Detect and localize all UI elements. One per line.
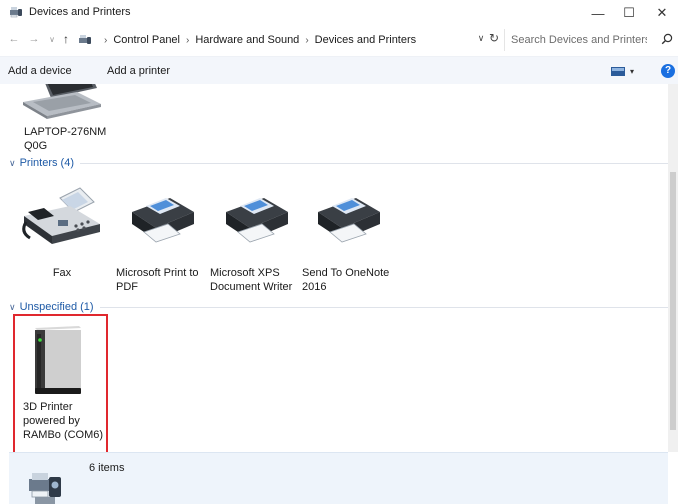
- address-row: ← → ∨ ↑ › Control Panel › Hardware and S…: [0, 26, 678, 54]
- close-button[interactable]: ✕: [645, 0, 678, 26]
- fax-icon: [22, 187, 100, 244]
- vertical-scrollbar[interactable]: [668, 84, 678, 452]
- devices-printers-icon: [10, 7, 22, 18]
- device-label: LAPTOP-276NM: [24, 126, 107, 138]
- breadcrumb-control-panel[interactable]: Control Panel: [113, 34, 180, 46]
- chevron-right-icon[interactable]: ›: [305, 35, 308, 46]
- search-box[interactable]: [504, 29, 674, 51]
- divider: [99, 306, 668, 308]
- chevron-down-icon: ∨: [477, 33, 485, 43]
- device-label: Fax: [52, 267, 72, 279]
- device-microsoft-print-to-pdf[interactable]: Microsoft Print to PDF: [114, 182, 210, 294]
- change-view-button[interactable]: ▾: [611, 65, 637, 77]
- device-label: Send To OneNote: [302, 267, 390, 279]
- refresh-button[interactable]: ↻: [486, 31, 502, 47]
- chevron-right-icon[interactable]: ›: [186, 35, 189, 46]
- breadcrumb-hardware-and-sound[interactable]: Hardware and Sound: [195, 34, 299, 46]
- arrow-up-icon: ↑: [63, 32, 69, 46]
- divider: [80, 162, 668, 164]
- device-label: Q0G: [24, 140, 48, 152]
- device-send-to-onenote-2016[interactable]: Send To OneNote 2016: [300, 182, 396, 294]
- group-header-unspecified[interactable]: ∨ Unspecified (1): [9, 300, 668, 314]
- search-icon[interactable]: [661, 33, 673, 45]
- group-title: Printers (4): [19, 157, 74, 169]
- device-3d-printer-rambo[interactable]: 3D Printer powered by RAMBo (COM6): [13, 314, 108, 452]
- scrollbar-thumb[interactable]: [670, 172, 676, 430]
- help-icon: ?: [664, 65, 672, 76]
- device-microsoft-xps-document-writer[interactable]: Microsoft XPS Document Writer: [208, 182, 304, 294]
- item-count: 6 items: [89, 462, 125, 474]
- up-button[interactable]: ↑: [58, 31, 74, 47]
- command-bar: Add a device Add a printer ▾ ?: [0, 56, 678, 84]
- device-label: RAMBo (COM6): [23, 429, 104, 441]
- device-fax[interactable]: Fax: [14, 182, 110, 280]
- chevron-down-icon[interactable]: ∨: [9, 302, 16, 313]
- printer-icon: [132, 198, 194, 243]
- group-title: Unspecified (1): [19, 301, 94, 313]
- breadcrumb[interactable]: › Control Panel › Hardware and Sound › D…: [78, 30, 474, 50]
- minimize-button[interactable]: —: [581, 0, 615, 26]
- chevron-down-icon: ∨: [49, 34, 55, 44]
- search-input[interactable]: [511, 32, 647, 48]
- arrow-right-icon: →: [28, 33, 40, 45]
- chevron-down-icon: ▾: [630, 66, 635, 76]
- laptop-icon: [23, 84, 101, 119]
- printer-icon: [226, 198, 288, 243]
- device-label: 3D Printer: [23, 401, 73, 413]
- devices-view: LAPTOP-276NM Q0G ∨ Printers (4) Fax Micr…: [0, 84, 668, 452]
- devices-printers-icon: [29, 473, 61, 504]
- refresh-icon: ↻: [488, 31, 500, 45]
- add-device-button[interactable]: Add a device: [8, 65, 72, 77]
- arrow-left-icon: ←: [8, 33, 20, 45]
- device-label: Microsoft XPS: [210, 267, 280, 279]
- window-title: Devices and Printers: [29, 6, 131, 18]
- device-label: Microsoft Print to: [116, 267, 199, 279]
- chevron-right-icon[interactable]: ›: [104, 35, 107, 46]
- help-button[interactable]: ?: [661, 64, 675, 78]
- view-options-icon: [611, 66, 625, 76]
- breadcrumb-devices-and-printers[interactable]: Devices and Printers: [315, 34, 417, 46]
- device-label: powered by: [23, 415, 80, 427]
- device-label: 2016: [302, 281, 327, 293]
- forward-button[interactable]: →: [26, 31, 42, 47]
- add-printer-button[interactable]: Add a printer: [107, 65, 170, 77]
- back-button[interactable]: ←: [6, 31, 22, 47]
- control-panel-icon: [79, 35, 91, 44]
- 3d-printer-icon: [35, 326, 81, 394]
- chevron-down-icon[interactable]: ∨: [9, 158, 16, 169]
- group-header-printers[interactable]: ∨ Printers (4): [9, 156, 668, 170]
- maximize-button[interactable]: ☐: [612, 0, 646, 26]
- details-pane: 6 items: [9, 452, 668, 504]
- printer-icon: [318, 198, 380, 243]
- device-label: Document Writer: [210, 281, 293, 293]
- title-bar: Devices and Printers — ☐ ✕: [0, 0, 678, 26]
- device-laptop[interactable]: LAPTOP-276NM Q0G: [17, 84, 113, 153]
- device-label: PDF: [116, 281, 138, 293]
